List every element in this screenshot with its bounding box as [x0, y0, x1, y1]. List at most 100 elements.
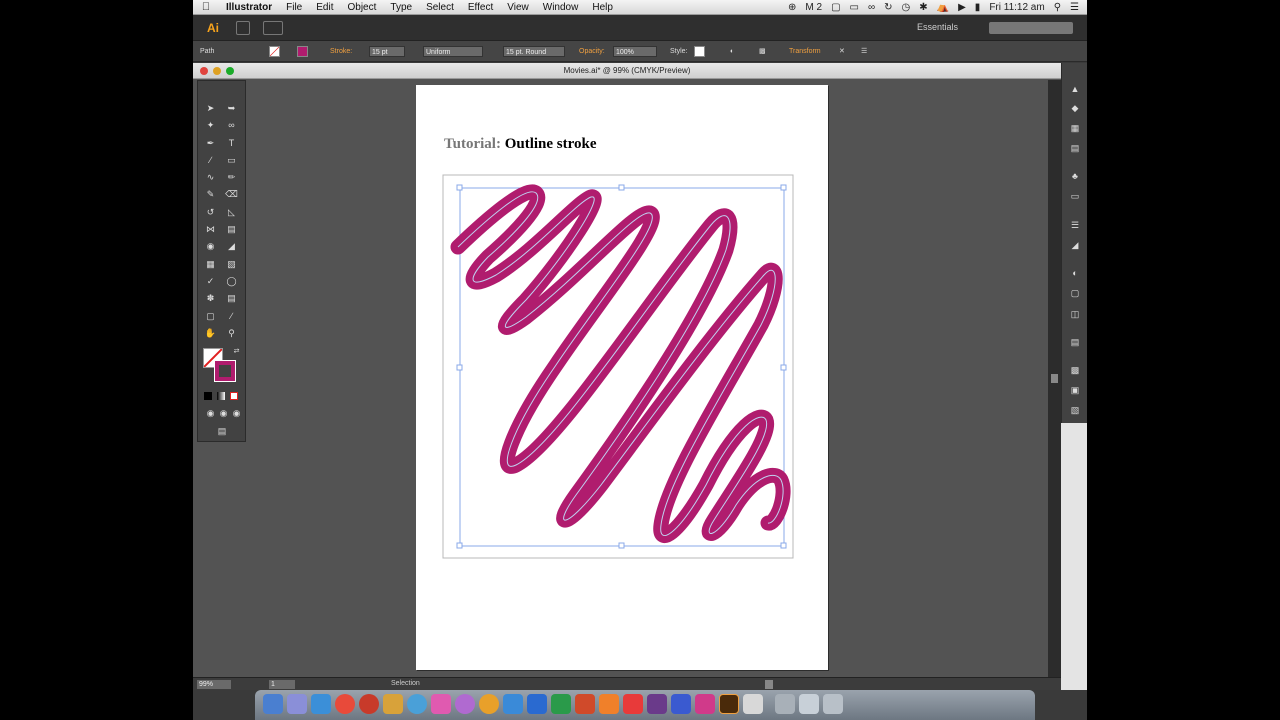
- documents-stack-icon[interactable]: [799, 694, 819, 714]
- shape-builder-tool-icon[interactable]: ◉: [204, 241, 217, 252]
- hand-tool-icon[interactable]: ✋: [204, 328, 217, 339]
- mesh-tool-icon[interactable]: ▦: [204, 259, 217, 270]
- paintbrush-tool-icon[interactable]: ∿: [204, 172, 217, 183]
- horizontal-scroll-thumb[interactable]: [765, 680, 773, 689]
- appearance-panel-icon[interactable]: ▢: [1069, 288, 1081, 298]
- vertical-scrollbar[interactable]: [1048, 80, 1061, 678]
- premiere-icon[interactable]: [647, 694, 667, 714]
- gradient-panel-icon[interactable]: ◢: [1069, 240, 1081, 250]
- draw-inside-icon[interactable]: ◉: [230, 408, 243, 419]
- trash-icon[interactable]: [823, 694, 843, 714]
- magenta-stroke-path[interactable]: [450, 184, 791, 543]
- eraser-tool-icon[interactable]: ⌫: [225, 189, 238, 200]
- chrome-icon[interactable]: [335, 694, 355, 714]
- itunes-icon[interactable]: [455, 694, 475, 714]
- display-icon[interactable]: ▭: [850, 2, 859, 13]
- brushes-panel-icon[interactable]: ▤: [1069, 143, 1081, 153]
- none-mode-icon[interactable]: [230, 392, 238, 400]
- word-icon[interactable]: [527, 694, 547, 714]
- workspace-switcher[interactable]: Essentials: [917, 22, 958, 32]
- system-preferences-icon[interactable]: [743, 694, 763, 714]
- adobe-cc-icon[interactable]: M 2: [805, 2, 822, 13]
- color-guide-panel-icon[interactable]: ◆: [1069, 103, 1081, 113]
- magic-wand-tool-icon[interactable]: ✦: [204, 120, 217, 131]
- opacity-field[interactable]: 100%: [613, 46, 657, 57]
- align-panel-icon[interactable]: ▤: [1069, 337, 1081, 347]
- handle-top-left[interactable]: [456, 184, 463, 191]
- direct-selection-tool-icon[interactable]: ➥: [225, 103, 238, 114]
- handle-bottom-center[interactable]: [618, 542, 625, 549]
- zoom-level-field[interactable]: 99%: [197, 680, 231, 689]
- artboard-tool-icon[interactable]: ▢: [204, 311, 217, 322]
- align-icon[interactable]: ▩: [759, 46, 766, 57]
- artboard[interactable]: Tutorial: Outline stroke: [416, 85, 828, 670]
- opera-icon[interactable]: [359, 694, 379, 714]
- bridge-button[interactable]: [236, 21, 250, 35]
- excel-icon[interactable]: [551, 694, 571, 714]
- handle-top-right[interactable]: [780, 184, 787, 191]
- artwork-canvas[interactable]: [416, 85, 828, 670]
- menu-edit[interactable]: Edit: [309, 2, 340, 13]
- acrobat-icon[interactable]: [623, 694, 643, 714]
- stroke-label[interactable]: Stroke:: [330, 46, 352, 57]
- free-transform-tool-icon[interactable]: ▤: [225, 224, 238, 235]
- clock-text[interactable]: Fri 11:12 am: [989, 2, 1044, 13]
- gradient-tool-icon[interactable]: ▧: [225, 259, 238, 270]
- menu-help[interactable]: Help: [585, 2, 620, 13]
- swatches-panel-icon[interactable]: ▦: [1069, 123, 1081, 133]
- menu-app-name[interactable]: Illustrator: [219, 2, 279, 13]
- stroke-swatch[interactable]: [297, 46, 308, 57]
- eyedropper-tool-icon[interactable]: ✓: [204, 276, 217, 287]
- pathfinder-panel-icon[interactable]: ▣: [1069, 385, 1081, 395]
- rotate-tool-icon[interactable]: ↺: [204, 207, 217, 218]
- color-mode-icon[interactable]: [204, 392, 212, 400]
- menu-object[interactable]: Object: [340, 2, 383, 13]
- perspective-grid-tool-icon[interactable]: ◢: [225, 241, 238, 252]
- opacity-label[interactable]: Opacity:: [579, 46, 605, 57]
- scale-tool-icon[interactable]: ◺: [225, 207, 238, 218]
- slice-tool-icon[interactable]: ∕: [225, 311, 238, 322]
- graphic-style-swatch[interactable]: [694, 46, 705, 57]
- safari-icon[interactable]: [407, 694, 427, 714]
- volume-icon[interactable]: ▶: [958, 2, 966, 13]
- handle-bottom-left[interactable]: [456, 542, 463, 549]
- rectangle-tool-icon[interactable]: ▭: [225, 155, 238, 166]
- vertical-scroll-thumb[interactable]: [1051, 374, 1058, 383]
- mission-control-icon[interactable]: [311, 694, 331, 714]
- handle-middle-right[interactable]: [780, 364, 787, 371]
- gradient-mode-icon[interactable]: [217, 392, 225, 400]
- spotlight-search-icon[interactable]: ⚲: [1054, 2, 1061, 13]
- apple-icon[interactable]: : [193, 1, 219, 13]
- handle-bottom-right[interactable]: [780, 542, 787, 549]
- layers-panel-icon[interactable]: ◫: [1069, 309, 1081, 319]
- close-window-button[interactable]: [200, 67, 208, 75]
- screen-mode-icon[interactable]: ▤: [214, 426, 230, 437]
- note-icon[interactable]: ▢: [831, 2, 840, 13]
- illustrator-dock-icon[interactable]: [719, 694, 739, 714]
- skype-icon[interactable]: [503, 694, 523, 714]
- width-tool-icon[interactable]: ⋈: [204, 224, 217, 235]
- draw-normal-icon[interactable]: ◉: [204, 408, 217, 419]
- stroke-weight-field[interactable]: 15 pt: [369, 46, 405, 57]
- indesign-icon[interactable]: [695, 694, 715, 714]
- battery-icon[interactable]: ▮: [975, 2, 981, 13]
- variable-width-profile-select[interactable]: Uniform: [423, 46, 483, 57]
- stroke-color-box[interactable]: [214, 360, 236, 382]
- zoom-tool-icon[interactable]: ⚲: [225, 328, 238, 339]
- graphic-styles-panel-icon[interactable]: ▭: [1069, 191, 1081, 201]
- status-current-tool[interactable]: Selection: [391, 680, 420, 687]
- wifi-icon[interactable]: ⛺: [937, 2, 949, 13]
- menu-select[interactable]: Select: [419, 2, 461, 13]
- bluetooth-icon[interactable]: ✱: [919, 2, 927, 13]
- pen-tool-icon[interactable]: ✒: [204, 138, 217, 149]
- isolate-icon[interactable]: ✕: [839, 46, 845, 57]
- launchpad-icon[interactable]: [287, 694, 307, 714]
- menu-effect[interactable]: Effect: [461, 2, 500, 13]
- help-search-input[interactable]: [989, 22, 1073, 34]
- vlc-player-icon[interactable]: [599, 694, 619, 714]
- photoshop-icon[interactable]: [671, 694, 691, 714]
- mail-icon[interactable]: [431, 694, 451, 714]
- finder-icon[interactable]: [263, 694, 283, 714]
- handle-middle-left[interactable]: [456, 364, 463, 371]
- powerpoint-icon[interactable]: [575, 694, 595, 714]
